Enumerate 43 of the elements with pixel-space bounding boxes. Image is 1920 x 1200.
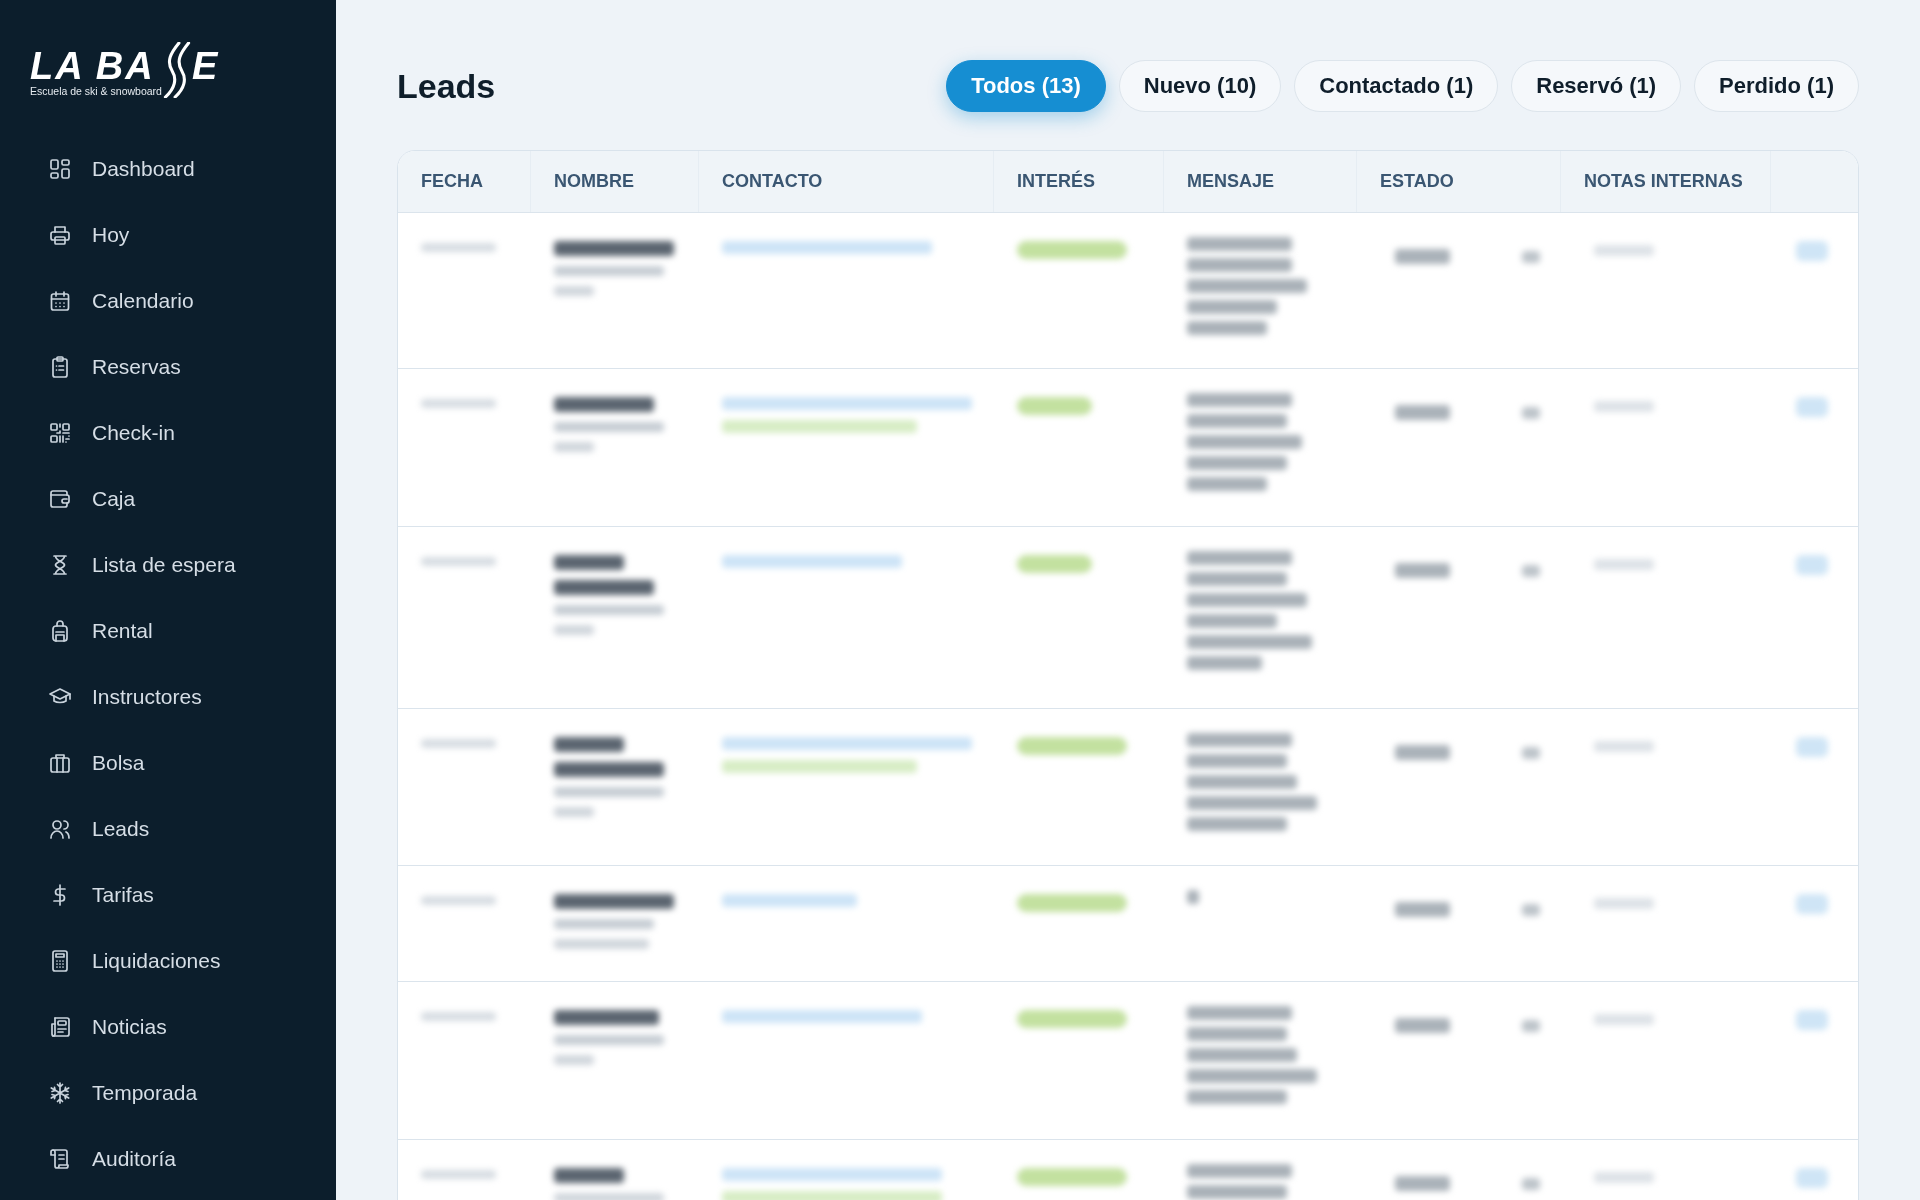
sidebar-item[interactable]: Instructores bbox=[0, 664, 336, 730]
column-header: ESTADO bbox=[1357, 151, 1561, 212]
filter-tab[interactable]: Nuevo (10) bbox=[1118, 60, 1282, 112]
sidebar-item[interactable]: Liquidaciones bbox=[0, 928, 336, 994]
briefcase-icon bbox=[48, 751, 72, 775]
filter-tab[interactable]: Contactado (1) bbox=[1294, 60, 1499, 112]
column-header: CONTACTO bbox=[699, 151, 994, 212]
column-header: NOTAS INTERNAS bbox=[1561, 151, 1771, 212]
sidebar-item[interactable]: Noticias bbox=[0, 994, 336, 1060]
sidebar-item[interactable]: Lista de espera bbox=[0, 532, 336, 598]
sidebar-item[interactable]: Rental bbox=[0, 598, 336, 664]
filter-tab[interactable]: Reservó (1) bbox=[1511, 60, 1682, 112]
sidebar-item[interactable]: Hoy bbox=[0, 202, 336, 268]
column-header: NOMBRE bbox=[531, 151, 699, 212]
logo-wordmark: LA BA bbox=[30, 50, 156, 82]
grid-icon bbox=[48, 157, 72, 181]
swoosh-icon bbox=[161, 42, 192, 98]
qr-code-icon bbox=[48, 421, 72, 445]
column-header: MENSAJE bbox=[1164, 151, 1357, 212]
sidebar-item[interactable]: Caja bbox=[0, 466, 336, 532]
sidebar-item[interactable]: Leads bbox=[0, 796, 336, 862]
sidebar-item[interactable]: Dashboard bbox=[0, 136, 336, 202]
column-header: FECHA bbox=[398, 151, 531, 212]
sidebar-item[interactable]: Reservas bbox=[0, 334, 336, 400]
users-icon bbox=[48, 817, 72, 841]
sidebar-item[interactable]: Temporada bbox=[0, 1060, 336, 1126]
sidebar-item[interactable]: Bolsa bbox=[0, 730, 336, 796]
column-header: INTERÉS bbox=[994, 151, 1164, 212]
sidebar-item[interactable]: Auditoría bbox=[0, 1126, 336, 1192]
calendar-icon bbox=[48, 289, 72, 313]
wallet-icon bbox=[48, 487, 72, 511]
logo-tagline: Escuela de ski & snowboard bbox=[30, 85, 162, 97]
newspaper-icon bbox=[48, 1015, 72, 1039]
sidebar-item[interactable]: Check-in bbox=[0, 400, 336, 466]
page-title: Leads bbox=[397, 66, 496, 106]
sidebar-item[interactable]: Calendario bbox=[0, 268, 336, 334]
filter-tab[interactable]: Todos (13) bbox=[946, 60, 1106, 112]
logo-wordmark: E bbox=[191, 50, 220, 82]
snowflake-icon bbox=[48, 1081, 72, 1105]
printer-icon bbox=[48, 223, 72, 247]
filter-tab[interactable]: Perdido (1) bbox=[1694, 60, 1859, 112]
sidebar-item[interactable]: Tarifas bbox=[0, 862, 336, 928]
scroll-icon bbox=[48, 1147, 72, 1171]
